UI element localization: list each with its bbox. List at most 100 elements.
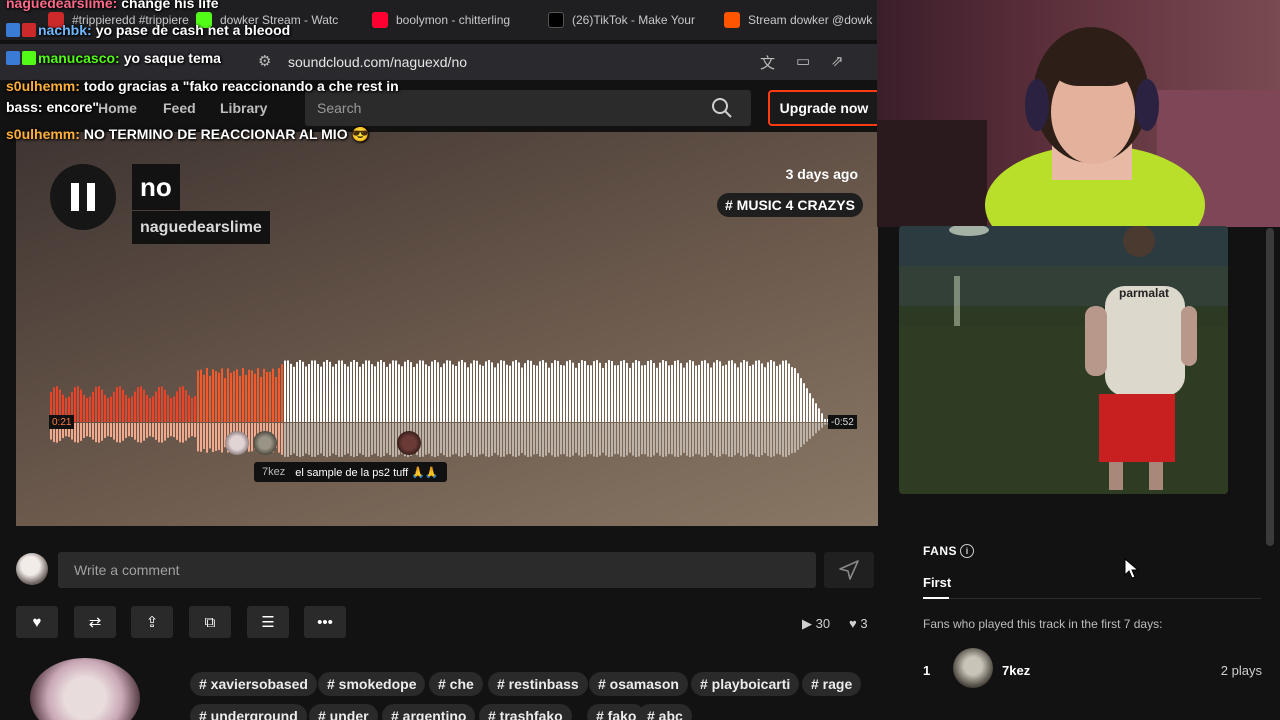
waveform-bar — [410, 362, 412, 422]
track-artwork[interactable]: parmalat — [899, 226, 1228, 494]
waveform-bar — [140, 386, 142, 422]
tag[interactable]: # abc — [638, 704, 692, 720]
waveform-reflection-bar — [446, 423, 448, 457]
youtube-favicon-icon — [372, 12, 388, 28]
waveform-bar — [152, 396, 154, 422]
tag[interactable]: # rage — [802, 672, 862, 696]
browser-tab[interactable]: Stream dowker @dowk — [724, 10, 872, 30]
waveform-reflection-bar — [311, 423, 313, 457]
nav-feed[interactable]: Feed — [163, 100, 196, 116]
tag[interactable]: # playboicarti — [691, 672, 800, 696]
page-scrollbar[interactable] — [1266, 228, 1274, 546]
tag[interactable]: # under — [309, 704, 378, 720]
browser-tab[interactable]: (26)TikTok - Make Your — [548, 10, 695, 30]
waveform-reflection-bar — [767, 423, 769, 456]
nav-home[interactable]: Home — [98, 100, 137, 116]
genre-tag[interactable]: # MUSIC 4 CRAZYS — [717, 193, 863, 217]
artwork-scene: parmalat — [899, 226, 1228, 494]
waveform-reflection-bar — [758, 423, 760, 457]
tab-first[interactable]: First — [923, 575, 951, 590]
waveform-reflection-bar — [293, 423, 295, 454]
waveform-reflection-bar — [683, 423, 685, 453]
copy-icon: ⧉ — [204, 613, 216, 631]
waveform[interactable] — [50, 356, 856, 464]
waveform-bar — [173, 396, 175, 422]
fan-name[interactable]: 7kez — [1002, 663, 1030, 678]
waveform-reflection-bar — [290, 423, 292, 455]
waveform-reflection-bar — [698, 423, 700, 455]
tag[interactable]: # smokedope — [318, 672, 426, 696]
waveform-reflection-bar — [155, 423, 157, 440]
tag[interactable]: # restinbass — [488, 672, 588, 696]
waveform-bar — [521, 367, 523, 422]
share-page-icon[interactable]: ⇗ — [831, 52, 844, 70]
waveform-bar — [92, 391, 94, 422]
browser-tab[interactable]: boolymon - chitterling — [372, 10, 510, 30]
waveform-bar — [551, 363, 553, 422]
waveform-bar — [416, 363, 418, 422]
share-button[interactable]: ⇪ — [131, 606, 173, 638]
waveform-reflection-bar — [578, 423, 580, 456]
more-button[interactable]: ••• — [304, 606, 346, 638]
add-to-playlist-button[interactable]: ☰ — [247, 606, 289, 638]
waveform-reflection-bar — [338, 423, 340, 457]
waveform-reflection-bar — [152, 423, 154, 438]
tag[interactable]: # argentino — [382, 704, 476, 720]
waveform-reflection-bar — [170, 423, 172, 437]
waveform-bar — [779, 364, 781, 422]
send-comment-button[interactable] — [824, 552, 874, 588]
tag[interactable]: # xaviersobased — [190, 672, 317, 696]
timed-comment-avatar[interactable] — [253, 431, 277, 455]
uploader-avatar[interactable] — [30, 658, 140, 720]
like-button[interactable]: ♥ — [16, 606, 58, 638]
tag[interactable]: # trashfako — [479, 704, 572, 720]
badge-icon — [22, 51, 36, 65]
waveform-bar — [701, 360, 703, 422]
repost-button[interactable]: ⇄ — [74, 606, 116, 638]
waveform-reflection-bar — [458, 423, 460, 457]
site-settings-icon[interactable]: ⚙ — [258, 52, 271, 70]
tag[interactable]: # fako — [587, 704, 646, 720]
waveform-reflection-bar — [422, 423, 424, 457]
waveform-bar — [749, 365, 751, 422]
waveform-bar — [584, 361, 586, 422]
tag[interactable]: # osamason — [589, 672, 688, 696]
fan-avatar[interactable] — [953, 648, 993, 688]
waveform-reflection-bar — [296, 423, 298, 457]
waveform-reflection-bar — [347, 423, 349, 454]
waveform-reflection-bar — [140, 423, 142, 443]
waveform-bar — [530, 360, 532, 422]
track-artist[interactable]: naguedearslime — [132, 211, 270, 244]
pause-button[interactable] — [50, 164, 116, 230]
timed-comment-avatar[interactable] — [397, 431, 421, 455]
tag[interactable]: # underground — [190, 704, 307, 720]
waveform-bar — [575, 367, 577, 422]
waveform-reflection-bar — [80, 423, 82, 441]
waveform-bar — [590, 365, 592, 422]
comment-input[interactable] — [58, 552, 816, 588]
waveform-reflection-bar — [122, 423, 124, 441]
waveform-reflection-bar — [581, 423, 583, 458]
translate-icon[interactable]: 文 — [760, 52, 775, 73]
waveform-bar — [467, 367, 469, 422]
search-input[interactable] — [305, 90, 751, 126]
timed-comment-user[interactable]: 7kez — [262, 466, 285, 478]
waveform-reflection-bar — [218, 423, 220, 451]
timed-comment-avatar[interactable] — [225, 431, 249, 455]
copy-link-button[interactable]: ⧉ — [189, 606, 231, 638]
waveform-reflection-bar — [362, 423, 364, 455]
waveform-reflection-bar — [470, 423, 472, 456]
waveform-bar — [251, 370, 253, 422]
waveform-reflection-bar — [281, 423, 283, 455]
waveform-reflection-bar — [677, 423, 679, 457]
waveform-bar — [806, 388, 808, 422]
info-icon[interactable]: i — [960, 544, 974, 558]
waveform-reflection-bar — [434, 423, 436, 458]
url-text[interactable]: soundcloud.com/naguexd/no — [288, 54, 467, 70]
tag[interactable]: # che — [429, 672, 483, 696]
waveform-bar — [263, 368, 265, 422]
nav-library[interactable]: Library — [220, 100, 267, 116]
cast-icon[interactable]: ▭ — [796, 52, 810, 70]
search-icon[interactable] — [711, 97, 733, 119]
upgrade-button[interactable]: Upgrade now — [768, 90, 880, 126]
